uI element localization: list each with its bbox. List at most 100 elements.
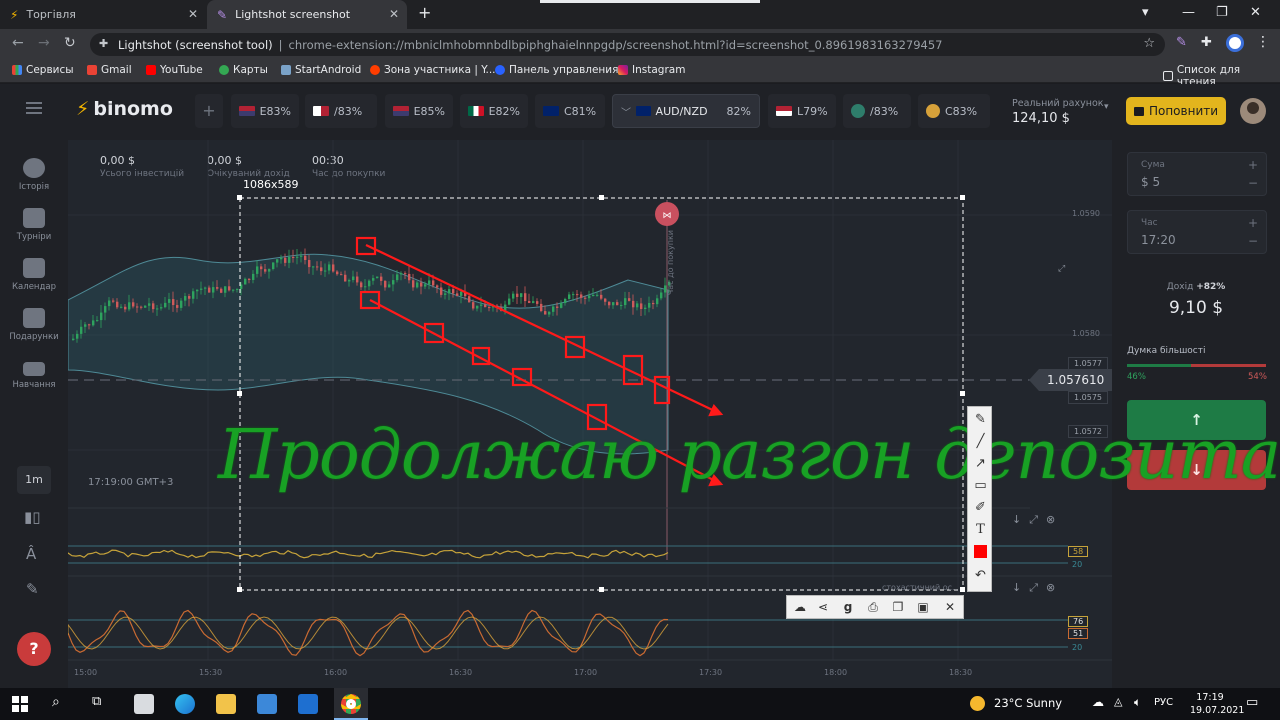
asset-tab-2[interactable]: /83% (305, 94, 377, 128)
bookmark-star-icon[interactable]: ☆ (1143, 36, 1155, 51)
nav-calendar[interactable]: Календар (0, 258, 68, 292)
copy-icon[interactable]: ❐ (887, 596, 909, 618)
amount-value[interactable]: $ 5 (1141, 175, 1160, 189)
notifications-icon[interactable]: ▭ (1246, 695, 1258, 710)
weather-text[interactable]: 23°C Sunny (994, 696, 1062, 710)
windows-start-icon[interactable] (12, 696, 28, 712)
candles-icon[interactable]: ▮▯ (24, 508, 41, 526)
indicators-icon[interactable]: Â (26, 545, 36, 563)
tab-search-icon[interactable]: ▾ (1142, 5, 1149, 20)
time-value[interactable]: 17:20 (1141, 233, 1176, 247)
time-field[interactable]: Час 17:20 + − (1127, 210, 1267, 254)
asset-tab-1[interactable]: E83% (231, 94, 299, 128)
undo-icon[interactable]: ↶ (968, 565, 993, 587)
rectangle-tool-icon[interactable]: ▭ (968, 475, 993, 497)
chrome-taskbar-button[interactable] (334, 688, 368, 720)
bookmark-instagram[interactable]: Instagram (618, 64, 685, 76)
bookmark-services[interactable]: Сервисы (12, 64, 74, 76)
close-tab-icon[interactable]: ✕ (188, 7, 198, 21)
close-window-icon[interactable]: ✕ (1250, 5, 1261, 20)
marker-tool-icon[interactable]: ✐ (968, 497, 993, 519)
back-icon[interactable]: ← (12, 35, 24, 51)
amount-field[interactable]: Сума $ 5 + − (1127, 152, 1267, 196)
arrow-down-icon[interactable]: ↓ (1012, 581, 1029, 594)
bookmark-control-panel[interactable]: Панель управления (495, 64, 618, 76)
pen-icon[interactable]: ✎ (968, 409, 993, 431)
network-icon[interactable]: ◬ (1114, 695, 1122, 708)
account-chevron-icon[interactable]: ▾ (1104, 102, 1109, 112)
upload-cloud-icon[interactable]: ☁ (789, 596, 811, 618)
account-type-label[interactable]: Реальний рахунок (1012, 98, 1104, 109)
nav-history[interactable]: Історія (0, 158, 68, 192)
asset-tab-aud-nzd[interactable]: ﹀ AUD/NZD 82% (612, 94, 760, 128)
bookmark-gmail[interactable]: Gmail (87, 64, 132, 76)
minimize-icon[interactable]: — (1182, 5, 1195, 20)
draw-pencil-icon[interactable]: ✎ (26, 580, 39, 598)
asset-tab-3[interactable]: E85% (385, 94, 453, 128)
volume-icon[interactable]: 🔈︎ (1134, 695, 1141, 710)
share-icon[interactable]: ⋖ (812, 596, 834, 618)
bookmark-maps[interactable]: Карты (219, 64, 268, 76)
task-view-icon[interactable]: ⧉ (92, 694, 101, 709)
candle-body (620, 305, 623, 307)
print-icon[interactable]: ⎙ (862, 596, 884, 618)
timeframe-button[interactable]: 1m (17, 466, 51, 494)
new-tab-button[interactable]: + (418, 3, 431, 22)
mail-icon[interactable] (298, 694, 318, 714)
minus-icon[interactable]: − (1248, 176, 1258, 190)
clock[interactable]: 17:19 19.07.2021 (1190, 691, 1244, 717)
file-explorer-icon[interactable] (216, 694, 236, 714)
asset-tab-5[interactable]: C81% (535, 94, 605, 128)
expand-chart-icon[interactable]: ⤢ (1058, 264, 1065, 274)
search-icon[interactable]: ⌕ (52, 694, 60, 710)
cloud-icon[interactable]: ☁ (1092, 695, 1104, 709)
close-panel-icon[interactable]: ⊗ (1046, 581, 1063, 594)
tab-lightshot[interactable]: ✎ Lightshot screenshot ✕ (207, 0, 407, 29)
close-icon[interactable]: ✕ (939, 596, 961, 618)
menu-dots-icon[interactable]: ⋮ (1256, 34, 1270, 50)
bookmark-youtube[interactable]: YouTube (146, 64, 203, 76)
arrow-tool-icon[interactable]: ↗ (968, 453, 993, 475)
topup-button[interactable]: Поповнити (1126, 97, 1226, 125)
close-tab-icon[interactable]: ✕ (389, 7, 399, 21)
plus-icon[interactable]: + (1248, 216, 1258, 230)
nav-education[interactable]: Навчання (0, 358, 68, 390)
help-button[interactable]: ? (17, 632, 51, 666)
line-tool-icon[interactable]: ╱ (968, 431, 993, 453)
panel-controls[interactable]: ↓⤢⊗ (1012, 581, 1063, 595)
edge-icon[interactable] (175, 694, 195, 714)
language-indicator[interactable]: РУС (1154, 697, 1173, 708)
time-stepper[interactable]: + − (1248, 214, 1258, 250)
amount-stepper[interactable]: + − (1248, 156, 1258, 192)
extensions-puzzle-icon[interactable]: ✚ (1201, 35, 1212, 50)
bookmark-member-zone[interactable]: Зона участника | Y... (370, 64, 496, 76)
asset-tab-9[interactable]: C83% (918, 94, 990, 128)
plus-icon[interactable]: + (1248, 158, 1258, 172)
google-search-icon[interactable]: g (837, 596, 859, 618)
maximize-icon[interactable]: ❐ (1216, 5, 1228, 20)
user-avatar[interactable] (1240, 98, 1266, 124)
bookmark-startandroid[interactable]: StartAndroid (281, 64, 361, 76)
nav-gifts[interactable]: Подарунки (0, 308, 68, 342)
hamburger-menu-icon[interactable] (26, 102, 42, 114)
binomo-logo[interactable]: ⚡ binomo (76, 98, 173, 120)
url-input[interactable]: ✚ Lightshot (screenshot tool) | chrome-e… (90, 33, 1165, 56)
asset-tab-7[interactable]: L79% (768, 94, 836, 128)
asset-tab-8[interactable]: /83% (843, 94, 911, 128)
profile-avatar[interactable] (1226, 34, 1244, 52)
color-picker-icon[interactable] (968, 541, 993, 563)
notepad-icon[interactable] (134, 694, 154, 714)
tab-trading[interactable]: ⚡ Торгівля ✕ (0, 0, 206, 29)
text-tool-icon[interactable]: T (968, 519, 993, 541)
asset-tab-4[interactable]: E82% (460, 94, 528, 128)
expand-icon[interactable]: ⤢ (1029, 581, 1046, 594)
reload-icon[interactable]: ↻ (64, 35, 76, 51)
store-icon[interactable] (257, 694, 277, 714)
minus-icon[interactable]: − (1248, 234, 1258, 248)
nav-tournaments[interactable]: Турніри (0, 208, 68, 242)
add-asset-button[interactable]: + (195, 94, 223, 128)
clock-time: 17:19 (1196, 692, 1224, 703)
save-icon[interactable]: ▣ (912, 596, 934, 618)
lightshot-extension-icon[interactable]: ✎ (1176, 35, 1187, 50)
forward-icon[interactable]: → (38, 35, 50, 51)
